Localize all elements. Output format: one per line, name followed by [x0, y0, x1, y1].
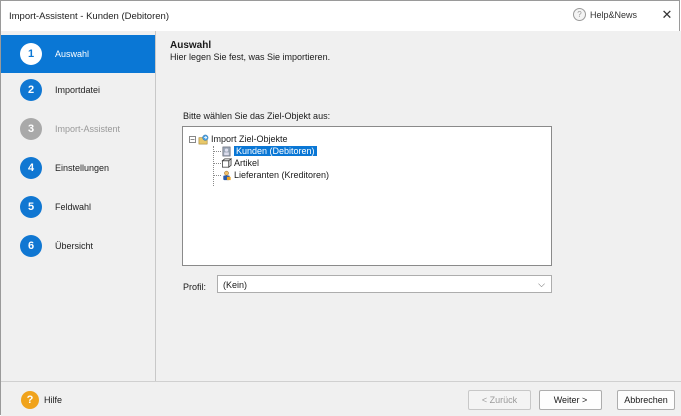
- step-label: Einstellungen: [55, 163, 110, 173]
- tree-item-artikel[interactable]: Artikel: [221, 157, 259, 169]
- step-number-badge: 5: [20, 196, 42, 218]
- help-label: Hilfe: [44, 395, 63, 405]
- step-einstellungen[interactable]: 4 Einstellungen: [1, 149, 155, 187]
- tree-item-label: Artikel: [234, 158, 260, 168]
- help-button[interactable]: ? Hilfe: [21, 391, 62, 409]
- tree-connector: [213, 151, 221, 152]
- window-title: Import-Assistent - Kunden (Debitoren): [9, 11, 169, 22]
- import-wizard-window: Import-Assistent - Kunden (Debitoren) ? …: [0, 0, 681, 416]
- back-button[interactable]: < Zurück: [468, 390, 531, 410]
- step-feldwahl[interactable]: 5 Feldwahl: [1, 188, 155, 226]
- tree-item-lieferanten[interactable]: Lieferanten (Kreditoren): [221, 169, 329, 181]
- step-importdatei[interactable]: 2 Importdatei: [1, 71, 155, 109]
- supplier-icon: [223, 170, 231, 180]
- wizard-steps-sidebar: 1 Auswahl 2 Importdatei 3 Import-Assiste…: [1, 31, 156, 381]
- close-button[interactable]: ✕: [660, 7, 674, 23]
- step-number-badge: 6: [20, 235, 42, 257]
- step-auswahl[interactable]: 1 Auswahl: [1, 35, 155, 73]
- tree-connector: [213, 146, 214, 186]
- next-button[interactable]: Weiter >: [539, 390, 602, 410]
- article-icon: [221, 157, 232, 168]
- cancel-button[interactable]: Abbrechen: [617, 390, 675, 410]
- profile-select-value: (Kein): [223, 280, 248, 290]
- step-number-badge: 2: [20, 79, 42, 101]
- page-subtitle: Hier legen Sie fest, was Sie importieren…: [170, 52, 331, 62]
- help-news-icon: ?: [573, 8, 586, 21]
- profile-label: Profil:: [183, 282, 207, 292]
- customer-icon: [222, 146, 231, 156]
- collapse-icon[interactable]: −: [189, 135, 196, 143]
- page-title: Auswahl: [170, 40, 212, 51]
- help-news-button[interactable]: ? Help&News: [573, 8, 637, 21]
- tree-connector: [213, 163, 221, 164]
- help-icon: ?: [21, 391, 39, 409]
- tree-item-label: Kunden (Debitoren): [234, 146, 317, 156]
- step-label: Import-Assistent: [55, 124, 121, 134]
- step-number-badge: 3: [20, 118, 42, 140]
- tree-root[interactable]: − Import Ziel-Objekte: [189, 133, 288, 145]
- step-number-badge: 1: [20, 43, 42, 65]
- step-label: Übersicht: [55, 241, 94, 251]
- title-bar: Import-Assistent - Kunden (Debitoren) ? …: [1, 1, 679, 32]
- step-label: Auswahl: [55, 49, 90, 59]
- import-folder-icon: [198, 134, 209, 144]
- chevron-down-icon: ⌵: [538, 279, 545, 289]
- step-uebersicht[interactable]: 6 Übersicht: [1, 227, 155, 265]
- help-news-label: Help&News: [590, 9, 638, 20]
- tree-item-kunden[interactable]: Kunden (Debitoren): [221, 145, 317, 157]
- close-icon: ✕: [661, 7, 673, 22]
- tree-connector: [213, 175, 221, 176]
- target-object-tree[interactable]: − Import Ziel-Objekte Kunden (Debitoren): [182, 126, 552, 266]
- wizard-content: Auswahl Hier legen Sie fest, was Sie imp…: [156, 31, 681, 381]
- tree-item-label: Lieferanten (Kreditoren): [234, 170, 330, 180]
- step-number-badge: 4: [20, 157, 42, 179]
- tree-root-label: Import Ziel-Objekte: [211, 134, 288, 144]
- profile-select[interactable]: (Kein) ⌵: [217, 275, 552, 293]
- step-import-assistent: 3 Import-Assistent: [1, 110, 155, 148]
- target-object-prompt: Bitte wählen Sie das Ziel-Objekt aus:: [183, 111, 331, 121]
- step-label: Importdatei: [55, 85, 101, 95]
- wizard-footer: ? Hilfe < Zurück Weiter > Abbrechen: [1, 381, 681, 416]
- step-label: Feldwahl: [55, 202, 92, 212]
